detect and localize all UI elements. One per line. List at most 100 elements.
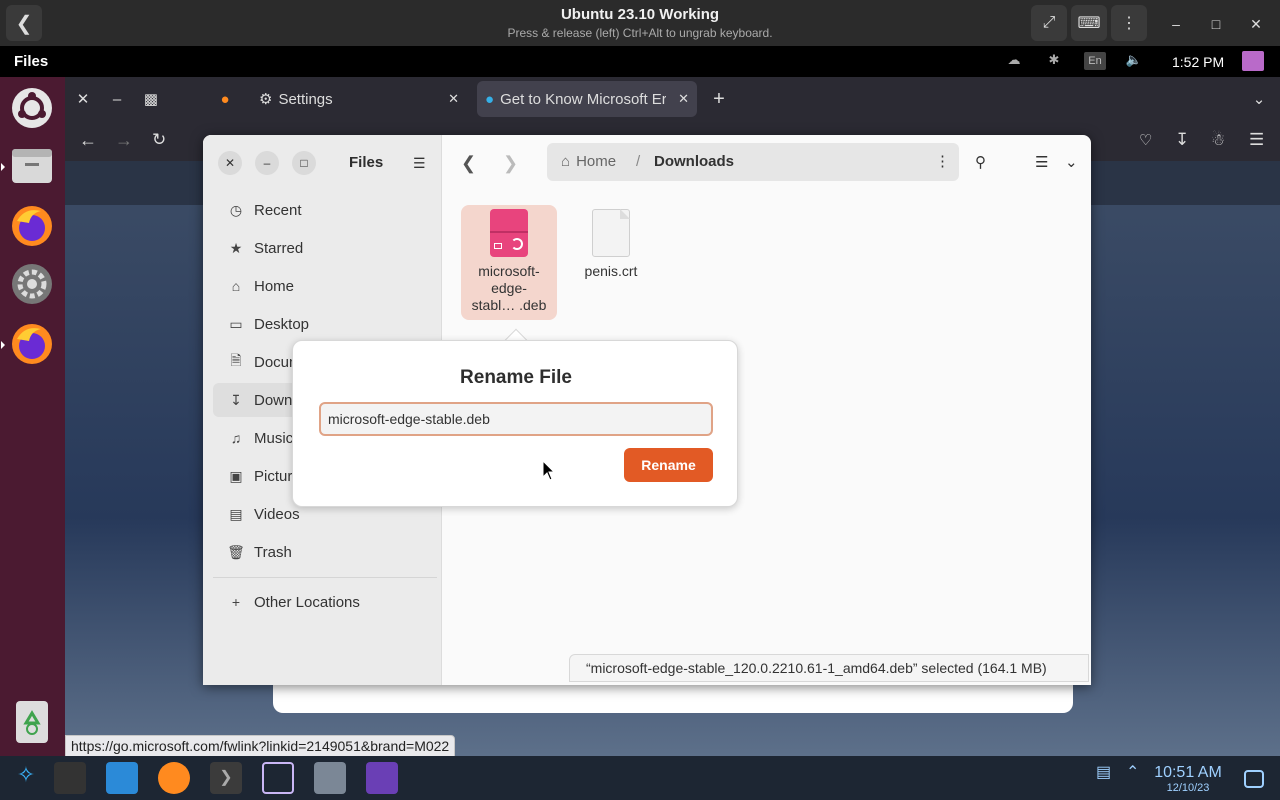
menu-button[interactable]: ⋮: [1111, 5, 1147, 41]
fullscreen-button[interactable]: ⤢: [1031, 5, 1067, 41]
keyboard-icon: ⌨: [1077, 15, 1101, 32]
sidebar-item-starred[interactable]: ★ Starred: [213, 231, 431, 265]
trash-icon: 🗑: [227, 543, 245, 560]
maximize-icon: □: [1211, 16, 1221, 32]
files-app-icon[interactable]: [7, 141, 57, 191]
sidebar-item-label: Recent: [254, 201, 302, 219]
close-icon: ✕: [224, 156, 236, 170]
activities-label[interactable]: Files: [14, 53, 48, 70]
maximize-button[interactable]: □: [1204, 12, 1228, 36]
sidebar-item-desktop[interactable]: ▭ Desktop: [213, 307, 431, 341]
minimize-button[interactable]: –: [1164, 12, 1188, 36]
trash-dock-icon[interactable]: [7, 697, 57, 747]
running-indicator: [1, 341, 5, 349]
path-current[interactable]: Downloads: [654, 153, 734, 170]
sidebar-item-recent[interactable]: ◷ Recent: [213, 193, 431, 227]
edge-icon: ●: [485, 90, 495, 108]
forward-arrow-icon[interactable]: →: [115, 130, 133, 151]
terminal-app-icon[interactable]: [54, 762, 86, 794]
view-options-chevron-icon[interactable]: ⌄: [1065, 153, 1078, 171]
hamburger-menu-icon[interactable]: ☰: [1249, 130, 1264, 150]
vm-app-icon[interactable]: [262, 762, 294, 794]
maximize-icon: □: [300, 156, 308, 170]
sidebar-item-label: Other Locations: [254, 593, 360, 611]
new-tab-button[interactable]: +: [705, 81, 733, 117]
video-icon: ▤: [229, 505, 243, 522]
download-icon[interactable]: ↧: [1175, 130, 1189, 150]
tab-microsoft-edge[interactable]: ● Get to Know Microsoft Er ✕: [477, 81, 697, 117]
sidebar-item-trash[interactable]: 🗑 Trash: [213, 535, 431, 569]
mouse-pointer-icon: [542, 460, 556, 481]
pocket-icon[interactable]: ♡: [1139, 131, 1152, 149]
language-indicator[interactable]: En: [1084, 52, 1106, 70]
list-tabs-button[interactable]: ⌄: [1247, 81, 1271, 117]
sidebar-item-label: Downl: [254, 391, 296, 409]
home-icon: ⌂: [561, 153, 571, 170]
keyboard-button[interactable]: ⌨: [1071, 5, 1107, 41]
tab-settings[interactable]: ⚙ Settings ✕: [251, 81, 467, 117]
close-tab-icon[interactable]: ✕: [678, 91, 689, 107]
tab-label: Settings: [278, 90, 333, 108]
rename-input[interactable]: [319, 402, 713, 436]
close-tab-icon[interactable]: ✕: [448, 91, 459, 107]
web-card: [273, 681, 1073, 713]
notifications-icon[interactable]: [1244, 770, 1264, 788]
clipboard-icon[interactable]: ▤: [1096, 762, 1116, 794]
firefox-running-icon[interactable]: [7, 319, 57, 369]
home-icon: ⌂: [231, 278, 241, 294]
file-item-deb[interactable]: microsoft- edge- stabl… .deb: [461, 205, 557, 320]
file-name: microsoft- edge- stabl… .deb: [471, 263, 547, 313]
reload-icon[interactable]: ↻: [152, 130, 166, 150]
firefox-taskbar-icon[interactable]: [158, 762, 190, 794]
taskbar-date[interactable]: 12/10/23: [1152, 782, 1224, 794]
chevron-up-icon[interactable]: ⌃: [1126, 762, 1146, 794]
viewer-titlebar: ❮ Ubuntu 23.10 Working Press & release (…: [0, 0, 1280, 46]
scanner-app-icon[interactable]: [314, 762, 346, 794]
list-view-icon[interactable]: ☰: [1035, 153, 1048, 171]
path-menu-icon[interactable]: ⋮: [935, 152, 950, 170]
pin-icon[interactable]: ✱: [1044, 52, 1064, 70]
network-icon[interactable]: ☁: [1004, 52, 1024, 70]
folder-app-icon[interactable]: [366, 762, 398, 794]
restore-window-button[interactable]: ▩: [139, 81, 163, 117]
taskbar-time[interactable]: 10:51 AM: [1152, 764, 1224, 782]
restore-icon: ▩: [143, 91, 159, 108]
host-taskbar: ✧ ❯ ▤ ⌃ 10:51 AM 12/10/23: [0, 756, 1280, 800]
panel-clock[interactable]: 1:52 PM: [1172, 54, 1224, 70]
search-icon[interactable]: ⚲: [975, 153, 986, 171]
maximize-files-button[interactable]: □: [292, 151, 316, 175]
minimize-window-button[interactable]: –: [105, 81, 129, 117]
minimize-files-button[interactable]: –: [255, 151, 279, 175]
sidebar-item-home[interactable]: ⌂ Home: [213, 269, 431, 303]
path-bar: ⌂ Home / Downloads ⋮: [547, 143, 959, 181]
sidebar-item-other-locations[interactable]: + Other Locations: [213, 585, 431, 619]
volume-muted-icon[interactable]: 🔈: [1124, 52, 1144, 70]
store-app-icon[interactable]: [106, 762, 138, 794]
monitor-icon[interactable]: [1242, 51, 1264, 71]
firefox-icon[interactable]: [7, 201, 57, 251]
close-button[interactable]: ✕: [1244, 12, 1268, 36]
start-icon[interactable]: ✧: [10, 762, 42, 794]
gear-icon: ⚙: [259, 91, 273, 108]
plus-icon: +: [231, 594, 241, 610]
close-window-button[interactable]: ✕: [71, 81, 95, 117]
firefox-tab-icon[interactable]: ●: [213, 81, 237, 117]
file-item-crt[interactable]: penis.crt: [563, 205, 659, 286]
forward-nav-icon[interactable]: ❯: [503, 153, 518, 174]
settings-app-icon[interactable]: [7, 259, 57, 309]
console-app-icon[interactable]: ❯: [210, 762, 242, 794]
status-bar: “microsoft-edge-stable_120.0.2210.61-1_a…: [569, 654, 1089, 682]
picture-icon: ▣: [229, 467, 243, 484]
ubuntu-logo-icon[interactable]: [7, 83, 57, 133]
rename-button[interactable]: Rename: [624, 448, 713, 482]
back-nav-icon[interactable]: ❮: [461, 153, 476, 174]
sidebar-item-label: Home: [254, 277, 295, 295]
path-home[interactable]: ⌂ Home: [561, 153, 616, 170]
document-icon: 🗎: [230, 352, 242, 368]
minimize-icon: –: [112, 90, 122, 108]
extensions-icon[interactable]: ☃: [1211, 130, 1225, 150]
sidebar-divider: [213, 577, 437, 578]
back-arrow-icon[interactable]: ←: [79, 130, 97, 151]
close-files-button[interactable]: ✕: [218, 151, 242, 175]
hamburger-icon[interactable]: ☰: [413, 155, 426, 172]
